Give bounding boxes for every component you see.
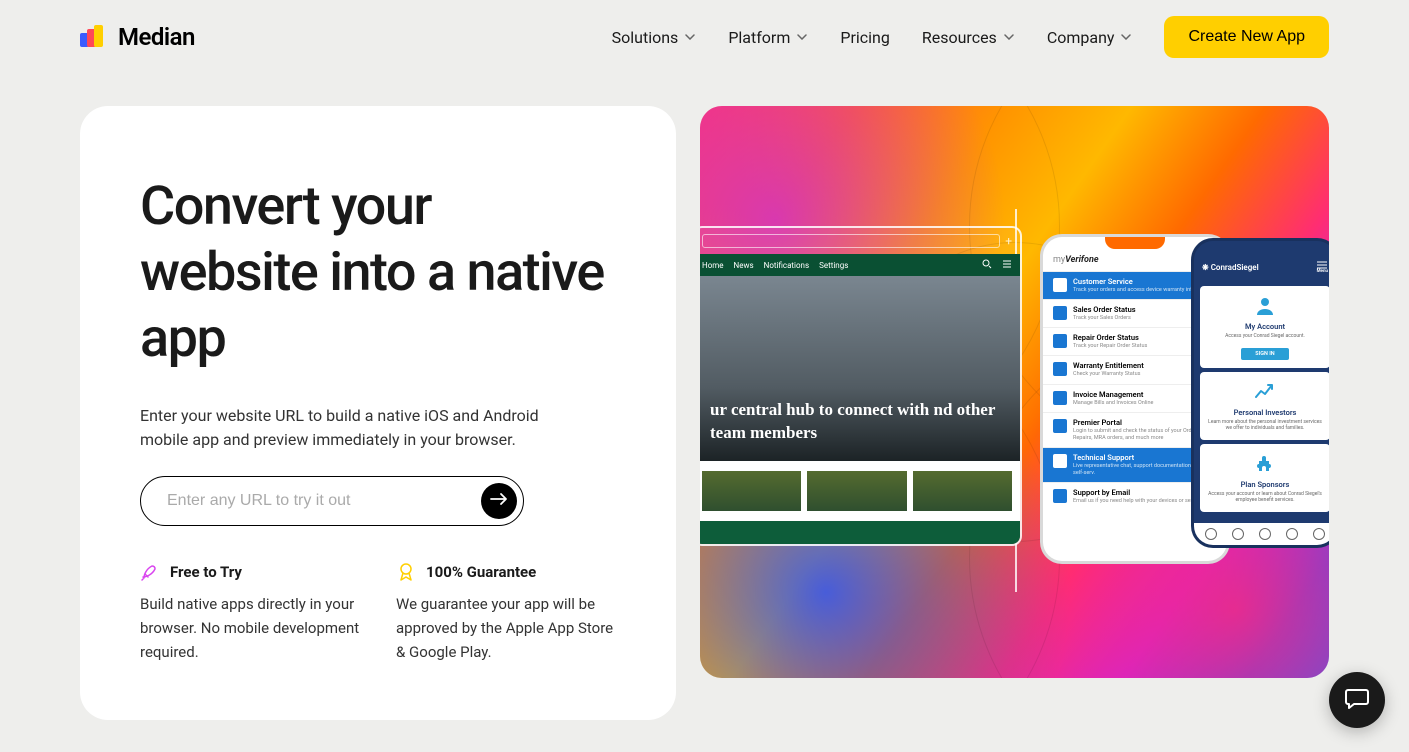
search-icon: [1232, 528, 1244, 540]
wrench-icon: [1053, 334, 1067, 348]
site-nav-item: Home: [702, 261, 724, 270]
chat-button[interactable]: [1329, 672, 1385, 728]
card-sponsors: Plan Sponsors Access your account or lea…: [1200, 444, 1329, 512]
chart-icon: [1253, 380, 1277, 404]
arrow-right-icon: [490, 492, 508, 509]
headset-icon: [1053, 278, 1067, 292]
submit-button[interactable]: [481, 483, 517, 519]
bookmark-icon: [1286, 528, 1298, 540]
site-nav-item: News: [734, 261, 754, 270]
card-sub: Access your Conrad Siegel account.: [1206, 333, 1324, 340]
nav-resources[interactable]: Resources: [922, 28, 1015, 47]
url-input-group: [140, 476, 524, 526]
feature-guarantee: 100% Guarantee We guarantee your app wil…: [396, 562, 616, 664]
invoice-icon: [1053, 391, 1067, 405]
browser-mockup: + Home News Notifications Settings ur c: [700, 226, 1022, 546]
chevron-down-icon: [1120, 31, 1132, 43]
hero-image: ur central hub to connect with nd other …: [700, 276, 1020, 461]
profile-icon: [1313, 528, 1325, 540]
thumbnails: [700, 461, 1020, 521]
card-investors: Personal Investors Learn more about the …: [1200, 372, 1329, 440]
create-app-button[interactable]: Create New App: [1164, 16, 1329, 58]
chat-icon: [1053, 454, 1067, 468]
feature-title: 100% Guarantee: [426, 563, 536, 581]
hero-image-text: ur central hub to connect with nd other …: [710, 399, 1004, 445]
home-icon: [1205, 528, 1217, 540]
menu-icon: Menu: [1317, 261, 1328, 274]
logo[interactable]: Median: [80, 23, 195, 51]
phone2-brand: ❋ ConradSiegel: [1202, 263, 1259, 272]
features: Free to Try Build native apps directly i…: [140, 562, 616, 664]
nav-label: Platform: [728, 28, 790, 47]
chevron-down-icon: [796, 31, 808, 43]
nav-label: Pricing: [840, 28, 890, 47]
hero-subtext: Enter your website URL to build a native…: [140, 404, 560, 452]
phone-notch: [1105, 237, 1165, 249]
card-account: My Account Access your Conrad Siegel acc…: [1200, 286, 1329, 368]
chevron-down-icon: [1003, 31, 1015, 43]
url-input[interactable]: [167, 492, 481, 510]
phone-conradsiegel: ❋ ConradSiegel Menu My Account Access yo…: [1191, 238, 1329, 548]
plus-icon: +: [1005, 234, 1012, 248]
header: Median Solutions Platform Pricing Resour…: [0, 0, 1409, 74]
menu-icon: [1002, 259, 1012, 271]
cart-icon: [1053, 306, 1067, 320]
award-icon: [396, 562, 416, 582]
nav-pricing[interactable]: Pricing: [840, 28, 890, 47]
card-title: My Account: [1206, 322, 1324, 331]
phone2-header: ❋ ConradSiegel Menu: [1194, 257, 1329, 282]
browser-chrome: +: [700, 228, 1020, 254]
shield-icon: [1053, 362, 1067, 376]
feature-desc: We guarantee your app will be approved b…: [396, 592, 616, 664]
nav-label: Solutions: [612, 28, 679, 47]
nav-company[interactable]: Company: [1047, 28, 1133, 47]
rocket-icon: [140, 562, 160, 582]
tab-bar: [1194, 523, 1329, 545]
chat-icon: [1344, 686, 1370, 714]
feature-desc: Build native apps directly in your brows…: [140, 592, 360, 664]
nav-platform[interactable]: Platform: [728, 28, 808, 47]
puzzle-icon: [1253, 452, 1277, 476]
user-icon: [1253, 294, 1277, 318]
card-sub: Learn more about the personal investment…: [1206, 419, 1324, 432]
address-bar: [702, 234, 1000, 248]
feature-title: Free to Try: [170, 563, 242, 581]
chevron-down-icon: [684, 31, 696, 43]
hero-card: Convert your website into a native app E…: [80, 106, 676, 720]
search-icon: [982, 259, 992, 271]
logo-icon: [80, 23, 108, 51]
nav-label: Company: [1047, 28, 1115, 47]
card-title: Plan Sponsors: [1206, 480, 1324, 489]
portal-icon: [1053, 419, 1067, 433]
site-nav: Home News Notifications Settings: [700, 254, 1020, 276]
primary-nav: Solutions Platform Pricing Resources Com…: [612, 16, 1329, 58]
main: Convert your website into a native app E…: [0, 106, 1409, 720]
nav-solutions[interactable]: Solutions: [612, 28, 697, 47]
add-icon: [1259, 528, 1271, 540]
mail-icon: [1053, 489, 1067, 503]
hero-visual: + Home News Notifications Settings ur c: [700, 106, 1329, 678]
hero-headline: Convert your website into a native app: [140, 174, 616, 372]
logo-text: Median: [118, 23, 195, 51]
nav-label: Resources: [922, 28, 997, 47]
card-sub: Access your account or learn about Conra…: [1206, 491, 1324, 504]
site-nav-item: Notifications: [764, 261, 809, 270]
feature-free: Free to Try Build native apps directly i…: [140, 562, 360, 664]
status-bar: [1194, 241, 1329, 257]
site-nav-item: Settings: [819, 261, 848, 270]
card-title: Personal Investors: [1206, 408, 1324, 417]
signin-button: SIGN IN: [1241, 348, 1288, 360]
browser-content: Home News Notifications Settings ur cent…: [700, 254, 1020, 544]
